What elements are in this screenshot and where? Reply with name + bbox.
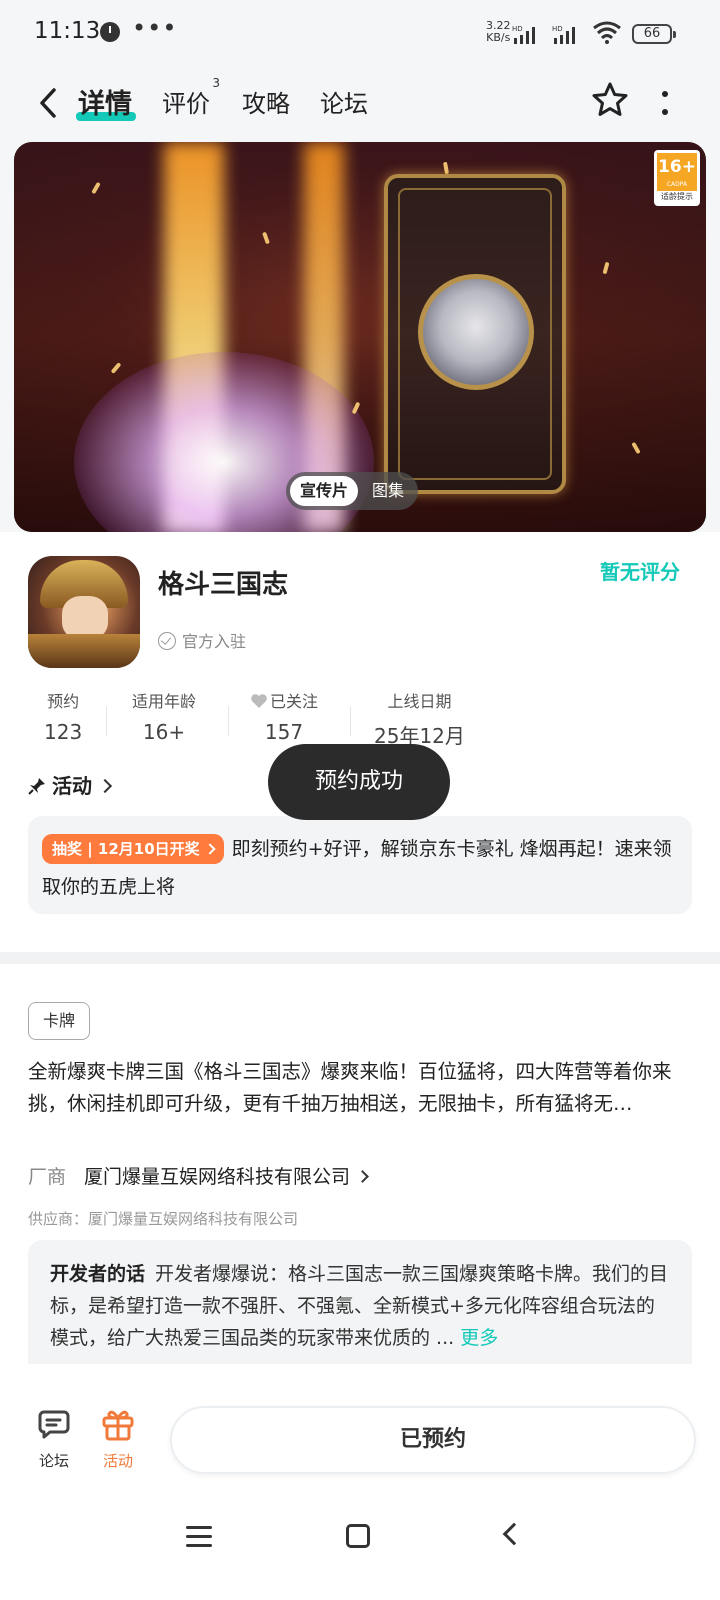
stats-row: 预约 123 适用年龄 16+ 已关注 157 上线日期 25年12月 — [0, 682, 480, 752]
forum-label: 论坛 — [38, 1452, 69, 1470]
recent-apps-icon[interactable] — [186, 1526, 212, 1548]
battery-icon: 66 — [632, 24, 676, 44]
stat-value: 16+ — [142, 720, 186, 744]
hero-portrait — [418, 274, 534, 390]
gift-icon — [102, 1410, 134, 1441]
activity-card[interactable]: 抽奖 | 12月10日开奖 即刻预约+好评，解锁京东卡豪礼 烽烟再起！速来领取你的… — [28, 816, 692, 914]
reserved-button[interactable]: 已预约 — [170, 1406, 696, 1474]
app-name: 格斗三国志 — [158, 570, 289, 600]
vendor-row[interactable]: 厂商 厦门爆量互娱网络科技有限公司 — [28, 1162, 369, 1189]
activity-title: 活动 — [52, 774, 92, 798]
reviews-count-badge: 3 — [212, 76, 220, 90]
system-navigation-bar — [0, 1484, 720, 1600]
forum-chat-icon — [38, 1410, 70, 1439]
developer-note[interactable]: 开发者的话 开发者爆爆说：格斗三国志一款三国爆爽策略卡牌。我们的目标，是希望打造一… — [28, 1240, 692, 1376]
app-info-section: 格斗三国志 暂无评分 官方入驻 预约 123 适用年龄 16+ 已关注 157 … — [0, 532, 720, 952]
status-time: 11:13 — [34, 18, 101, 44]
official-badge: 官方入驻 — [158, 628, 246, 652]
activity-button[interactable]: 活动 — [88, 1406, 148, 1471]
section-divider — [0, 952, 720, 964]
age-tip: 适龄提示 — [661, 192, 693, 201]
vendor-label: 厂商 — [28, 1166, 67, 1188]
favorite-star-icon[interactable] — [590, 80, 630, 120]
description-section: 卡牌 全新爆爽卡牌三国《格斗三国志》爆爽来临！百位猛将，四大阵营等着你来挑，休闲… — [0, 964, 720, 1376]
system-back-icon[interactable] — [502, 1522, 526, 1546]
network-speed: 3.22 KB/s — [486, 20, 511, 44]
media-video-option[interactable]: 宣传片 — [290, 476, 358, 506]
more-options-icon[interactable] — [660, 88, 670, 118]
svg-text:HD: HD — [512, 25, 523, 33]
stat-label: 已关注 — [270, 692, 319, 711]
back-arrow-icon[interactable] — [34, 86, 64, 120]
vendor-name: 厦门爆量互娱网络科技有限公司 — [84, 1166, 351, 1188]
stat-label: 预约 — [47, 692, 80, 711]
stat-launch-date: 上线日期 25年12月 — [374, 688, 465, 749]
stat-label: 适用年龄 — [132, 692, 197, 711]
success-toast: 预约成功 — [268, 744, 450, 820]
activity-label: 活动 — [102, 1452, 133, 1470]
genre-tag[interactable]: 卡牌 — [28, 1002, 90, 1040]
description-text[interactable]: 全新爆爽卡牌三国《格斗三国志》爆爽来临！百位猛将，四大阵营等着你来挑，休闲挂机即… — [28, 1056, 692, 1120]
verified-check-icon — [158, 632, 176, 650]
stat-value: 157 — [264, 720, 304, 744]
chevron-right-icon — [356, 1170, 369, 1183]
media-toggle: 宣传片 图集 — [286, 472, 418, 510]
chevron-right-icon — [204, 843, 216, 855]
svg-text:HD: HD — [552, 25, 563, 33]
network-speed-unit: KB/s — [486, 31, 511, 44]
stat-age: 适用年龄 16+ — [132, 688, 196, 744]
tab-reviews[interactable]: 评价 3 — [162, 76, 220, 119]
status-bar: 11:13 ••• 3.22 KB/s HD HD 66 — [0, 0, 720, 66]
chevron-right-icon — [97, 778, 113, 794]
tab-guides[interactable]: 攻略 — [242, 84, 290, 119]
tab-details[interactable]: 详情 — [78, 82, 132, 121]
alarm-icon — [100, 22, 120, 42]
bottom-action-bar: 论坛 活动 已预约 — [0, 1364, 720, 1484]
app-icon — [28, 556, 140, 668]
stat-reservations: 预约 123 — [44, 688, 82, 744]
top-nav: 详情 评价 3 攻略 论坛 — [0, 66, 720, 140]
rating-status: 暂无评分 — [600, 560, 680, 584]
more-notifications-icon: ••• — [132, 14, 178, 42]
stat-followers[interactable]: 已关注 157 — [250, 688, 318, 744]
lottery-tag[interactable]: 抽奖 | 12月10日开奖 — [42, 834, 224, 864]
age-rating-badge: 16+ CADPA 适龄提示 — [654, 150, 700, 206]
heart-icon — [251, 694, 267, 708]
pin-icon — [28, 778, 45, 795]
age-rating-org: CADPA — [657, 181, 697, 191]
supplier-text: 供应商：厦门爆量互娱网络科技有限公司 — [28, 1210, 299, 1228]
home-icon[interactable] — [346, 1524, 370, 1548]
wifi-icon — [593, 21, 621, 44]
signal-icon: HD — [552, 25, 575, 44]
hero-card-frame — [384, 174, 566, 494]
activity-header[interactable]: 活动 — [28, 770, 113, 799]
age-rating: 16+ — [657, 153, 697, 181]
signal-icon: HD — [512, 25, 535, 44]
developer-note-label: 开发者的话 — [50, 1263, 146, 1285]
media-gallery-option[interactable]: 图集 — [362, 476, 414, 506]
official-label: 官方入驻 — [182, 632, 247, 651]
forum-button[interactable]: 论坛 — [24, 1406, 84, 1471]
stat-label: 上线日期 — [387, 692, 452, 711]
stat-value: 123 — [44, 720, 83, 744]
tab-forum[interactable]: 论坛 — [320, 84, 368, 119]
promo-banner[interactable]: 16+ CADPA 适龄提示 宣传片 图集 — [14, 142, 706, 532]
more-link[interactable]: 更多 — [460, 1327, 498, 1349]
lottery-tag-label: 抽奖 | 12月10日开奖 — [52, 840, 200, 858]
